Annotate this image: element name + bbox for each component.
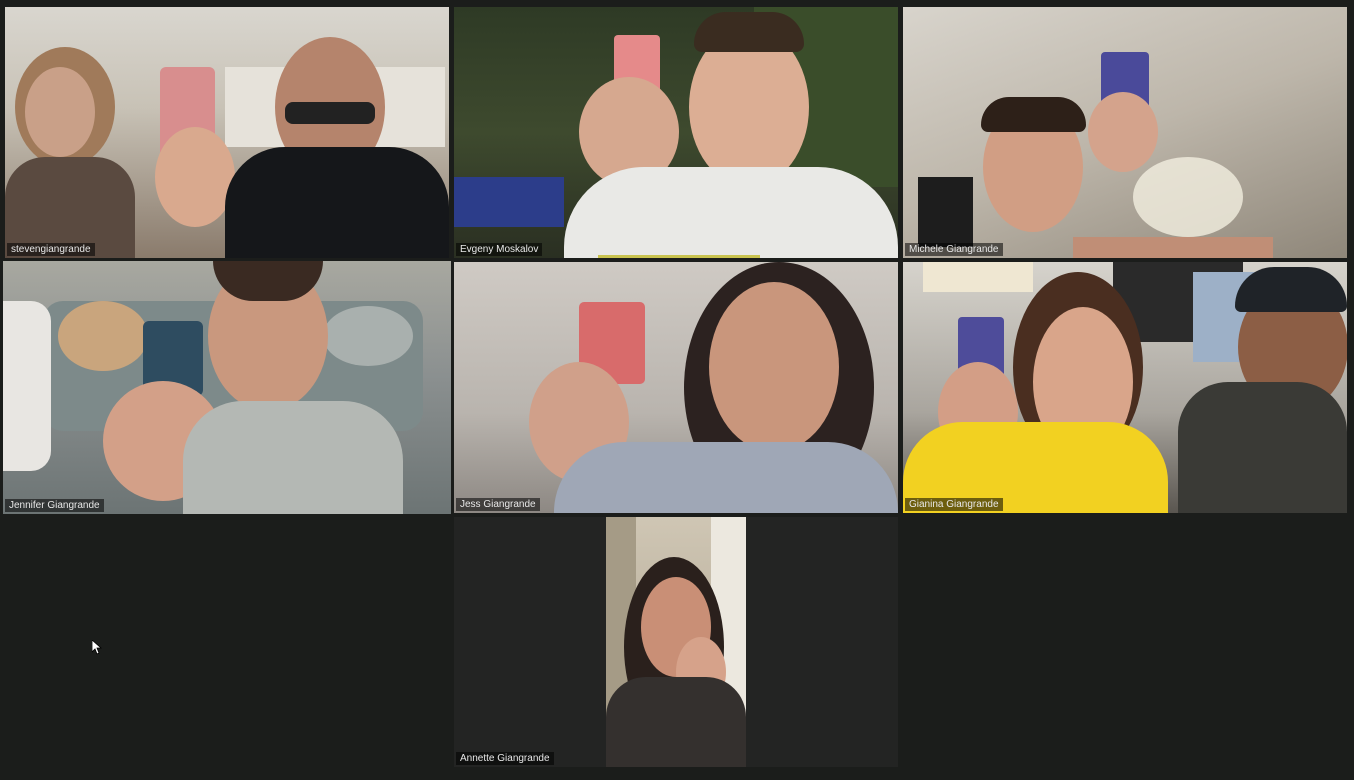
video-gallery: stevengiangrande Evgeny Moskalov Michele… [0, 0, 1354, 780]
participant-tile-gianina-giangrande[interactable]: Gianina Giangrande [903, 262, 1347, 513]
participant-tile-jennifer-giangrande[interactable]: Jennifer Giangrande [3, 261, 451, 514]
participant-video [5, 7, 449, 258]
participant-name-label: Evgeny Moskalov [456, 243, 543, 256]
speaking-indicator [598, 255, 760, 258]
participant-video [454, 7, 898, 258]
participant-tile-michele-giangrande[interactable]: Michele Giangrande [903, 7, 1347, 258]
participant-tile-jess-giangrande[interactable]: Jess Giangrande [454, 262, 898, 513]
participant-tile-evgeny-moskalov[interactable]: Evgeny Moskalov [454, 7, 898, 258]
participant-tile-annette-giangrande[interactable]: Annette Giangrande [454, 517, 898, 767]
participant-video [903, 262, 1347, 513]
participant-name-label: Annette Giangrande [456, 752, 554, 765]
participant-video [3, 261, 451, 514]
participant-video [606, 517, 746, 767]
participant-name-label: Michele Giangrande [905, 243, 1003, 256]
participant-name-label: Jennifer Giangrande [5, 499, 104, 512]
mouse-pointer-icon [92, 640, 102, 655]
participant-video [454, 262, 898, 513]
participant-name-label: stevengiangrande [7, 243, 95, 256]
participant-video [903, 7, 1347, 258]
participant-name-label: Gianina Giangrande [905, 498, 1003, 511]
participant-name-label: Jess Giangrande [456, 498, 540, 511]
participant-tile-stevengiangrande[interactable]: stevengiangrande [5, 7, 449, 258]
